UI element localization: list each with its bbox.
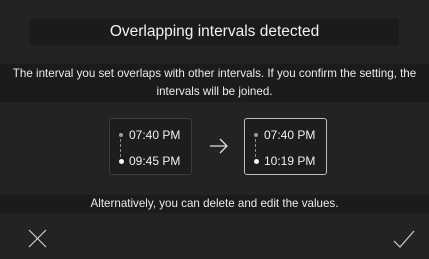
checkmark-icon bbox=[393, 230, 415, 248]
joined-start-time: 07:40 PM bbox=[264, 128, 316, 142]
end-dot bbox=[253, 159, 259, 164]
arrow-right-icon bbox=[210, 138, 228, 154]
current-end-time: 09:45 PM bbox=[129, 154, 181, 168]
overlap-message: The interval you set overlaps with other… bbox=[0, 64, 429, 102]
start-dot bbox=[254, 133, 258, 137]
alternative-hint: Alternatively, you can delete and edit t… bbox=[0, 195, 429, 213]
current-interval-box: 07:40 PM 09:45 PM bbox=[109, 118, 192, 175]
joined-end-time: 10:19 PM bbox=[264, 154, 316, 168]
cancel-button[interactable] bbox=[27, 228, 49, 250]
interval-connector bbox=[120, 139, 121, 157]
current-start-time: 07:40 PM bbox=[129, 128, 181, 142]
confirm-button[interactable] bbox=[392, 228, 416, 250]
end-dot bbox=[118, 159, 124, 164]
start-dot bbox=[119, 133, 123, 137]
dialog-title: Overlapping intervals detected bbox=[30, 19, 399, 45]
interval-connector bbox=[255, 139, 256, 157]
joined-interval-box: 07:40 PM 10:19 PM bbox=[244, 118, 327, 175]
close-icon bbox=[28, 229, 47, 248]
